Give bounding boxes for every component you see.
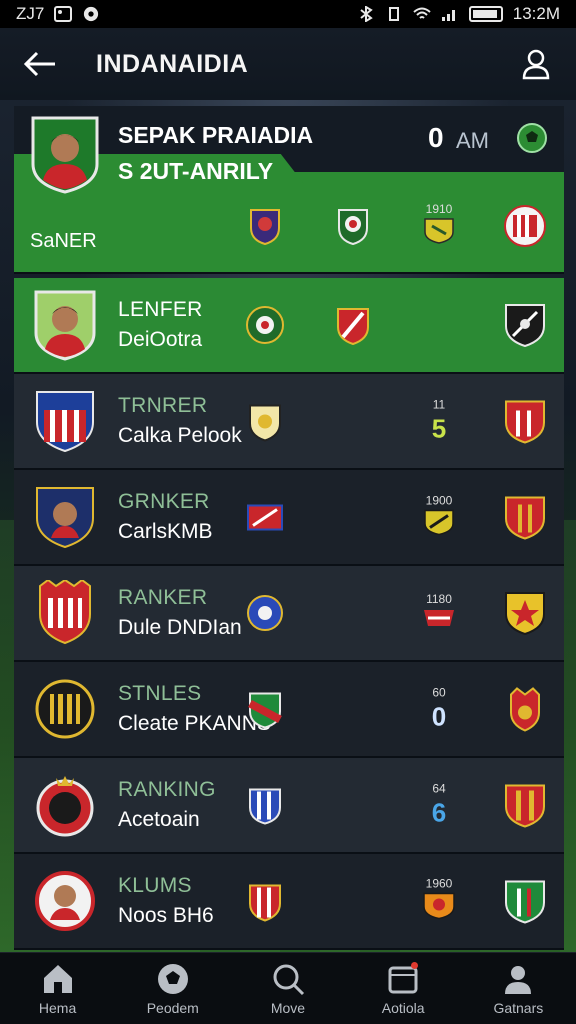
status-bar: ZJ7 13:2M [0,0,576,28]
row-score: 11 5 [431,397,447,444]
list-item[interactable]: STNLES Cleate PKANNS 60 0 [14,662,564,758]
club-crest [502,203,548,249]
row-badges: 11 5 [242,398,548,445]
empty-slot [330,782,376,828]
search-icon [273,964,305,995]
ball-icon [157,963,188,994]
featured-card[interactable]: SEPAK PRAIADIA S 2UT-ANRILY 0 AM SaNER 1… [14,106,564,274]
vibrate-icon [388,7,399,21]
club-crest [502,686,548,732]
row-score: 60 0 [431,685,447,732]
row-score: 1900 [416,494,462,541]
row-badges [242,302,548,348]
nav-item-profile[interactable]: Gatnars [468,962,568,1016]
list-item[interactable]: RANKING Acetoain 64 6 [14,758,564,854]
club-crest [502,398,548,444]
club-crest [36,776,94,837]
status-left-text: ZJ7 [16,4,45,23]
featured-score: 0 [428,122,444,153]
featured-bottom-label: SaNER [30,230,97,252]
page-title: INDANAIDIA [96,49,249,78]
empty-slot [330,398,376,444]
featured-subtitle: S 2UT-ANRILY [118,158,274,184]
row-score [416,324,462,326]
club-crest [502,590,548,636]
notification-dot [411,961,419,969]
app-header: INDANAIDIA [0,28,576,100]
club-crest [502,878,548,924]
row-score: 64 6 [431,781,447,828]
status-time: 13:2M [512,4,560,23]
club-crest [35,871,95,931]
list-item[interactable]: GRNKER CarlsKMB 1900 [14,470,564,566]
row-badges: 1180 [242,590,548,636]
nav-item-home[interactable]: Hema [8,962,108,1016]
club-crest [502,782,548,828]
nav-item-ball[interactable]: Peodem [123,962,223,1016]
club-crest [35,679,95,739]
club-crest [502,494,548,540]
featured-score-suffix: AM [456,128,489,153]
wifi-icon [413,7,431,19]
nav-item-search[interactable]: Move [238,962,338,1016]
player-avatar [31,116,99,194]
row-score: 1960 [416,877,462,926]
club-crest [36,391,94,453]
empty-slot [330,590,376,636]
featured-badge-score: 1910 [416,202,462,249]
bottom-nav: Hema Peodem Move Aotiola Gatnars [0,952,576,1024]
club-crest [36,487,94,549]
profile-button[interactable] [518,46,554,82]
empty-slot [330,878,376,924]
list-item[interactable]: KLUMS Noos BH6 1960 [14,854,564,950]
club-crest [242,398,288,444]
club-crest [242,302,288,348]
battery-icon [468,6,503,22]
club-crest [39,580,91,645]
club-crest [330,203,376,249]
bluetooth-icon [360,6,373,22]
list-item[interactable]: RANKER Dule DNDIan 1180 [14,566,564,662]
featured-badges: 1910 [242,202,548,249]
user-icon [522,49,550,80]
row-badges: 1960 [242,877,548,926]
club-crest [242,878,288,924]
list-item[interactable]: LENFER DeiOotra [14,278,564,374]
row-badges: 60 0 [242,686,548,733]
empty-slot [330,686,376,732]
player-avatar [34,290,96,361]
list-item[interactable]: TRNRER Calka Pelook 11 5 [14,374,564,470]
back-button[interactable] [22,46,58,82]
row-badges: 1900 [242,494,548,541]
signal-icon [441,10,455,21]
club-crest [502,302,548,348]
row-badges: 64 6 [242,782,548,829]
arrow-left-icon [23,51,55,77]
club-crest [242,782,288,828]
settings-icon [84,6,99,22]
profile-icon [505,965,532,994]
club-crest [242,203,288,249]
nav-item-calendar[interactable]: Aotiola [353,961,453,1016]
ranking-list: SEPAK PRAIADIA S 2UT-ANRILY 0 AM SaNER 1… [14,106,564,950]
club-crest [242,686,288,732]
home-icon [43,964,72,993]
featured-title: SEPAK PRAIADIA [118,122,314,148]
club-crest [330,302,376,348]
club-crest [242,494,288,540]
image-icon [54,6,73,22]
empty-slot [330,494,376,540]
soccer-ball-icon[interactable] [516,122,548,154]
row-score: 1180 [416,592,462,635]
club-crest [242,590,288,636]
